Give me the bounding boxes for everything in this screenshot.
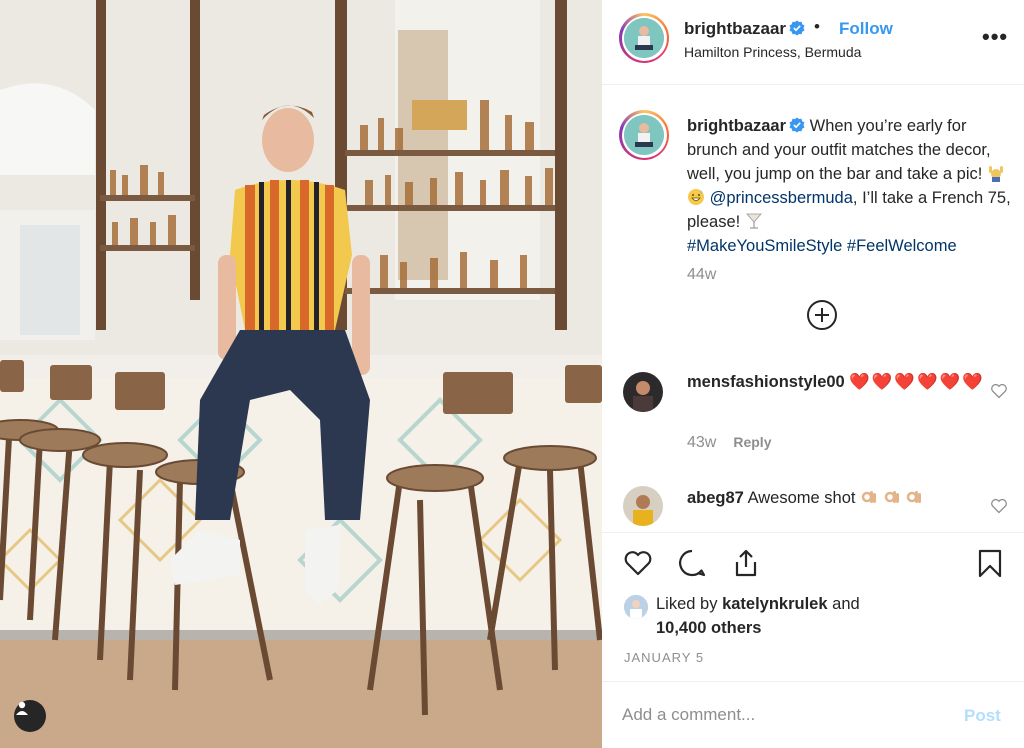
author-username[interactable]: brightbazaar [684, 19, 805, 39]
comment-body: abeg87 Awesome shot [687, 486, 987, 510]
commenter-avatar[interactable] [623, 486, 663, 526]
comment-username[interactable]: abeg87 [687, 489, 744, 507]
follow-button[interactable]: Follow [839, 19, 893, 39]
post-date: JANUARY 5 [624, 650, 705, 665]
comment-body: mensfashionstyle00 ❤️❤️❤️❤️❤️❤️ [687, 370, 987, 394]
hashtag-link[interactable]: #FeelWelcome [847, 237, 957, 255]
bookmark-icon[interactable] [974, 547, 1006, 579]
ok-hand-emoji-icon [907, 491, 922, 503]
post-sidebar: brightbazaar • Follow Hamilton Princess,… [602, 0, 1024, 748]
header-separator: • [814, 17, 820, 36]
more-options-icon[interactable]: ••• [982, 26, 1008, 48]
mention-link[interactable]: @princessbermuda [710, 189, 853, 207]
caption-username[interactable]: brightbazaar [687, 117, 786, 135]
comment-composer: Post [602, 681, 1024, 748]
verified-badge-icon [789, 20, 805, 36]
photo-illustration [0, 0, 602, 748]
actions-divider [602, 532, 1024, 533]
caption-author-avatar[interactable] [619, 110, 669, 160]
verified-badge-icon [789, 117, 805, 133]
ok-hand-emoji-icon [861, 491, 877, 503]
comment-meta: 43w Reply [687, 434, 771, 452]
reply-button[interactable]: Reply [733, 434, 771, 450]
comment-input[interactable] [622, 700, 942, 730]
comment-like-heart-icon[interactable] [990, 382, 1008, 400]
post-button[interactable]: Post [964, 706, 1001, 726]
post-photo[interactable] [0, 0, 602, 748]
heart-outline-icon[interactable] [622, 547, 654, 579]
post-header: brightbazaar • Follow Hamilton Princess,… [602, 0, 1024, 85]
load-more-plus-icon[interactable] [805, 298, 839, 332]
grinning-sweat-emoji-icon [688, 189, 704, 205]
comment-hearts: ❤️❤️❤️❤️❤️❤️ [849, 373, 985, 391]
ok-hand-emoji-icon [884, 491, 899, 503]
location-link[interactable]: Hamilton Princess, Bermuda [684, 44, 861, 60]
caption-age: 44w [687, 266, 717, 283]
liker-avatar[interactable] [624, 595, 648, 619]
likes-line-1: Liked by katelynkrulek and [656, 592, 860, 616]
comment-item: mensfashionstyle00 ❤️❤️❤️❤️❤️❤️ 43w Reply [602, 370, 1024, 460]
comment-item: abeg87 Awesome shot [602, 484, 1024, 529]
post-caption: brightbazaar When you’re early for brunc… [687, 114, 1012, 258]
likes-others[interactable]: 10,400 others [656, 616, 761, 640]
likes-and: and [832, 595, 860, 613]
comment-icon[interactable] [676, 547, 708, 579]
liker-username[interactable]: katelynkrulek [722, 595, 827, 613]
comment-username[interactable]: mensfashionstyle00 [687, 373, 845, 391]
commenter-avatar[interactable] [623, 372, 663, 412]
hashtag-link[interactable]: #MakeYouSmileStyle [687, 237, 842, 255]
user-tag-icon[interactable] [14, 700, 46, 732]
likes-prefix: Liked by [656, 595, 718, 613]
comment-text: Awesome shot [747, 489, 856, 507]
comment-age: 43w [687, 434, 717, 451]
comment-like-heart-icon[interactable] [990, 497, 1008, 515]
author-avatar[interactable] [619, 13, 669, 63]
cocktail-glass-emoji-icon [745, 213, 762, 229]
person-raising-hands-emoji-icon [988, 166, 1003, 182]
share-icon[interactable] [730, 547, 762, 579]
